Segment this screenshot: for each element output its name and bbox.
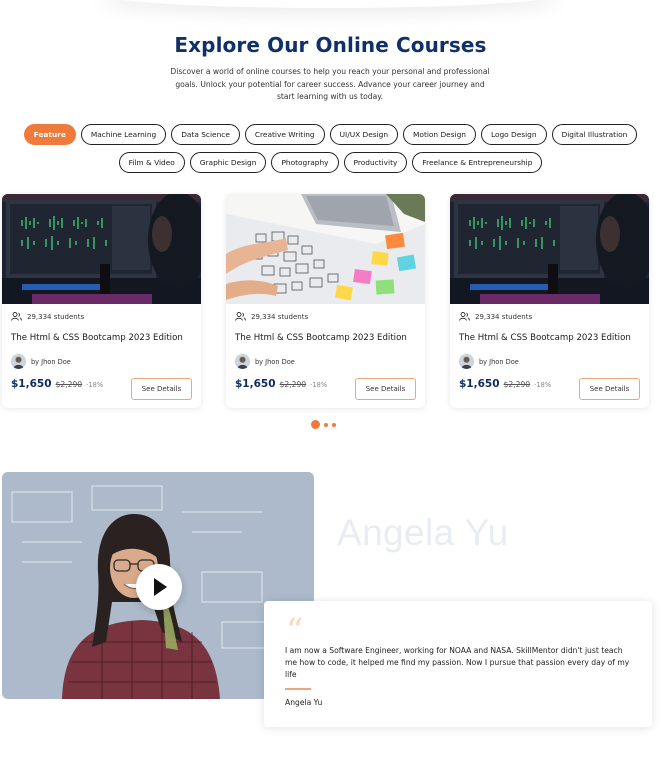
user-group-icon [11,312,22,321]
course-title[interactable]: The Html & CSS Bootcamp 2023 Edition [459,333,631,343]
category-pill-graphic-design[interactable]: Graphic Design [189,152,267,173]
author-name: by Jhon Doe [31,357,71,366]
carousel-pagination [311,420,336,429]
play-icon [154,578,167,596]
discount: -18% [310,381,328,389]
category-pill-freelance[interactable]: Freelance & Entrepreneurship [412,152,543,173]
price-row: $1,650 $2,290 -18% [11,378,103,390]
students-count: 29,334 students [235,312,308,321]
avatar [235,354,250,369]
testimonial-card: “ I am now a Software Engineer, working … [264,601,652,727]
price: $1,650 [459,378,500,390]
course-carousel: 29,334 students The Html & CSS Bootcamp … [2,194,661,410]
category-pill-feature[interactable]: Feature [23,124,76,145]
author-name: by Jhon Doe [479,357,519,366]
students-text: 29,334 students [251,312,309,321]
course-thumbnail-audio-editing [450,194,649,304]
category-pill-logo-design[interactable]: Logo Design [480,124,547,145]
course-card[interactable]: 29,334 students The Html & CSS Bootcamp … [450,194,649,408]
students-count: 29,334 students [11,312,84,321]
section-title: Explore Our Online Courses [174,33,487,57]
avatar [459,354,474,369]
course-title[interactable]: The Html & CSS Bootcamp 2023 Edition [235,333,407,343]
category-pill-creative-writing[interactable]: Creative Writing [244,124,325,145]
divider [285,688,311,690]
course-author: by Jhon Doe [235,354,295,369]
category-pill-photography[interactable]: Photography [271,152,339,173]
user-group-icon [235,312,246,321]
old-price: $2,290 [55,380,83,389]
course-thumbnail-audio-editing [2,194,201,304]
category-filters-row1: Feature Machine Learning Data Science Cr… [0,124,661,145]
course-author: by Jhon Doe [459,354,519,369]
course-thumbnail-wireframe [226,194,425,304]
discount: -18% [534,381,552,389]
course-author: by Jhon Doe [11,354,71,369]
avatar [11,354,26,369]
category-pill-machine-learning[interactable]: Machine Learning [80,124,167,145]
price-row: $1,650 $2,290 -18% [459,378,551,390]
category-pill-ui-ux-design[interactable]: UI/UX Design [329,124,399,145]
course-card[interactable]: 29,334 students The Html & CSS Bootcamp … [2,194,201,408]
discount: -18% [86,381,104,389]
see-details-button[interactable]: See Details [579,378,640,400]
category-pill-productivity[interactable]: Productivity [343,152,408,173]
course-card[interactable]: 29,334 students The Html & CSS Bootcamp … [226,194,425,408]
price: $1,650 [11,378,52,390]
price-row: $1,650 $2,290 -18% [235,378,327,390]
testimonial-author: Angela Yu [285,698,323,707]
carousel-dot-1[interactable] [311,420,320,429]
category-filters-row2: Film & Video Graphic Design Photography … [0,152,661,173]
see-details-button[interactable]: See Details [355,378,416,400]
header-shadow [100,0,560,8]
category-pill-data-science[interactable]: Data Science [171,124,240,145]
students-count: 29,334 students [459,312,532,321]
see-details-button[interactable]: See Details [131,378,192,400]
students-text: 29,334 students [475,312,533,321]
category-pill-film-video[interactable]: Film & Video [118,152,185,173]
user-group-icon [459,312,470,321]
testimonial-name-display: Angela Yu [337,512,509,553]
author-name: by Jhon Doe [255,357,295,366]
students-text: 29,334 students [27,312,85,321]
category-pill-digital-illustration[interactable]: Digital Illustration [551,124,638,145]
category-pill-motion-design[interactable]: Motion Design [403,124,476,145]
play-button[interactable] [136,564,182,610]
price: $1,650 [235,378,276,390]
old-price: $2,290 [503,380,531,389]
carousel-dot-3[interactable] [332,422,336,427]
section-subtitle: Discover a world of online courses to he… [170,67,490,102]
course-title[interactable]: The Html & CSS Bootcamp 2023 Edition [11,333,183,343]
carousel-dot-2[interactable] [324,422,328,427]
old-price: $2,290 [279,380,307,389]
testimonial-quote: I am now a Software Engineer, working fo… [285,646,630,680]
